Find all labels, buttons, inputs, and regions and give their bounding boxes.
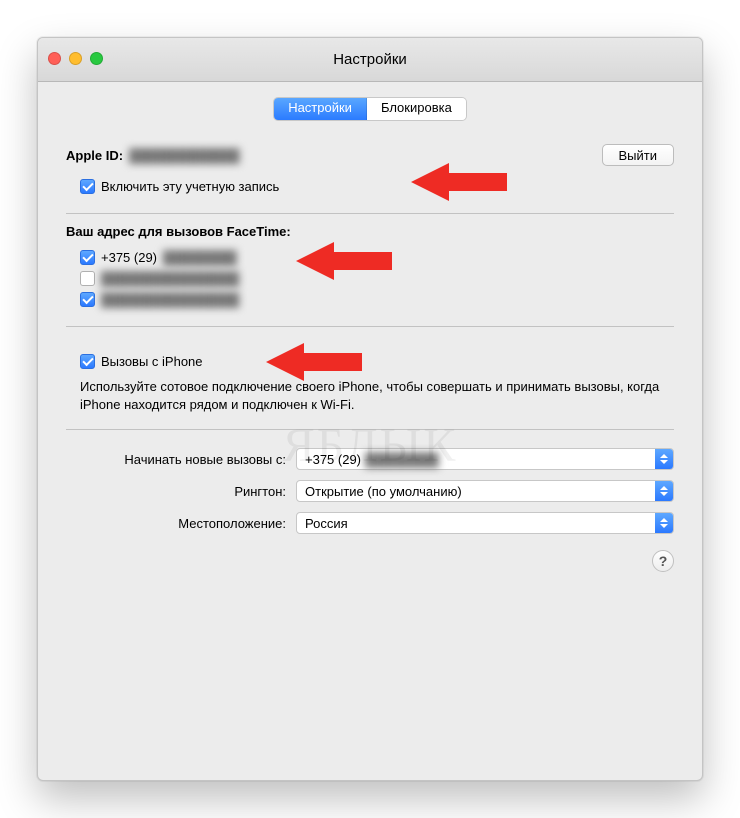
location-label: Местоположение: <box>66 516 296 531</box>
location-select[interactable]: Россия <box>296 512 674 534</box>
ringtone-row: Рингтон: Открытие (по умолчанию) <box>66 480 674 502</box>
chevron-updown-icon <box>655 481 673 501</box>
close-window-button[interactable] <box>48 52 61 65</box>
titlebar: Настройки <box>38 38 702 82</box>
apple-id-label: Apple ID: <box>66 148 123 163</box>
start-calls-label: Начинать новые вызовы с: <box>66 452 296 467</box>
iphone-calls-section: Вызовы с iPhone Используйте сотовое подк… <box>66 327 674 429</box>
address-checkbox[interactable] <box>80 292 95 307</box>
sign-out-button[interactable]: Выйти <box>602 144 675 166</box>
start-calls-select[interactable]: +375 (29) ████████ <box>296 448 674 470</box>
window-title: Настройки <box>333 51 407 68</box>
address-blurred: ███████████████ <box>101 271 239 286</box>
chevron-updown-icon <box>655 449 673 469</box>
iphone-calls-label: Вызовы с iPhone <box>101 354 203 369</box>
addresses-heading: Ваш адрес для вызовов FaceTime: <box>66 224 674 239</box>
address-row-0: +375 (29) ████████ <box>66 247 674 268</box>
minimize-window-button[interactable] <box>69 52 82 65</box>
enable-account-checkbox[interactable] <box>80 179 95 194</box>
chevron-updown-icon <box>655 513 673 533</box>
address-blurred: ████████ <box>163 250 237 265</box>
address-row-2: ███████████████ <box>66 289 674 310</box>
address-blurred: ███████████████ <box>101 292 239 307</box>
tab-settings[interactable]: Настройки <box>274 98 367 120</box>
preferences-window: Настройки Настройки Блокировка Apple ID:… <box>37 37 703 781</box>
apple-id-value: ████████████ <box>129 148 240 163</box>
facetime-addresses-section: Ваш адрес для вызовов FaceTime: +375 (29… <box>66 214 674 326</box>
enable-account-label: Включить эту учетную запись <box>101 179 279 194</box>
zoom-window-button[interactable] <box>90 52 103 65</box>
ringtone-select[interactable]: Открытие (по умолчанию) <box>296 480 674 502</box>
help-button[interactable]: ? <box>652 550 674 572</box>
tab-blocking[interactable]: Блокировка <box>367 98 466 120</box>
tab-bar: Настройки Блокировка <box>38 82 702 134</box>
iphone-calls-checkbox[interactable] <box>80 354 95 369</box>
location-row: Местоположение: Россия <box>66 512 674 534</box>
form-section: Начинать новые вызовы с: +375 (29) █████… <box>66 430 674 538</box>
address-row-1: ███████████████ <box>66 268 674 289</box>
address-label: +375 (29) <box>101 250 157 265</box>
address-checkbox[interactable] <box>80 250 95 265</box>
start-calls-row: Начинать новые вызовы с: +375 (29) █████… <box>66 448 674 470</box>
iphone-calls-description: Используйте сотовое подключение своего i… <box>66 372 674 413</box>
ringtone-label: Рингтон: <box>66 484 296 499</box>
apple-id-section: Apple ID: ████████████ Выйти Включить эт… <box>66 134 674 213</box>
window-controls <box>48 52 103 65</box>
address-checkbox[interactable] <box>80 271 95 286</box>
